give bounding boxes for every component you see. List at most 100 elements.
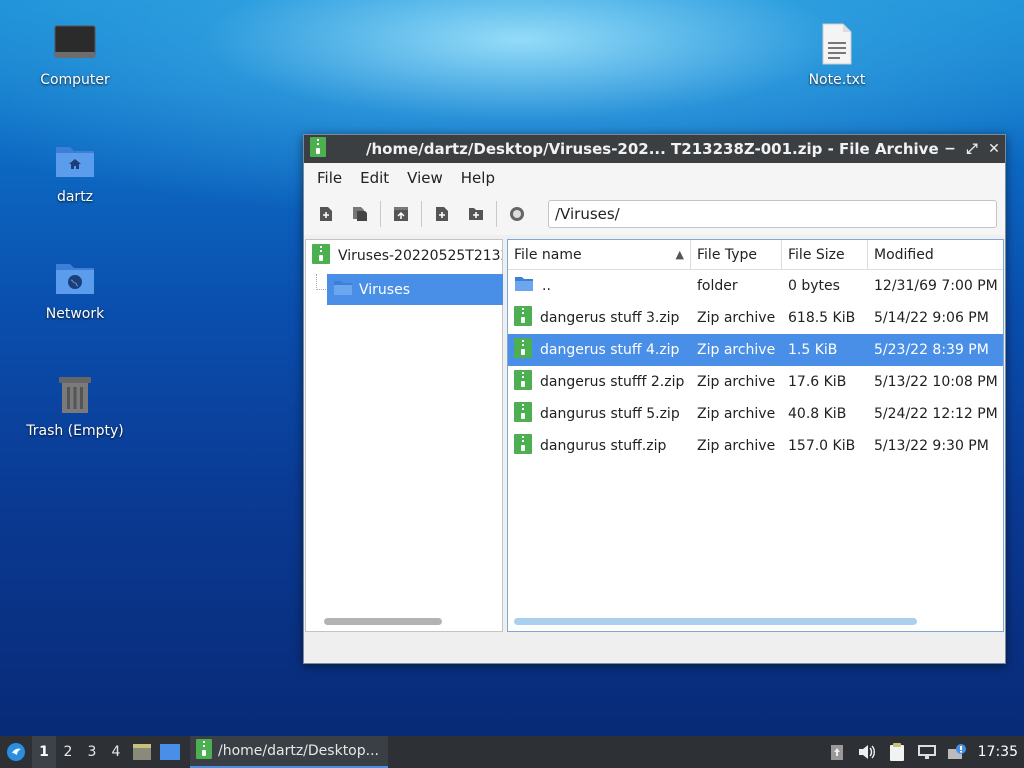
menu-edit[interactable]: Edit <box>351 169 398 187</box>
zip-icon <box>514 338 532 362</box>
close-icon[interactable]: ✕ <box>983 141 1005 157</box>
desktop-icon-computer[interactable]: Computer <box>20 22 130 88</box>
workspace-2[interactable]: 2 <box>56 744 80 760</box>
window-titlebar[interactable]: /home/dartz/Desktop/Viruses-202... T2132… <box>304 135 1005 163</box>
file-type: Zip archive <box>697 438 776 454</box>
content-panes: Viruses-20220525T2132 Viruses File name … <box>305 239 1004 632</box>
file-row[interactable]: dangerus stuff 3.zip Zip archive 618.5 KiB… <box>508 302 1003 334</box>
clock[interactable]: 17:35 <box>978 744 1018 760</box>
file-size: 618.5 KiB <box>788 310 856 326</box>
file-row[interactable]: .. folder 0 bytes 12/31/69 7:00 PM <box>508 270 1003 302</box>
column-header-size[interactable]: File Size <box>782 240 868 269</box>
file-name: dangerus stuff 3.zip <box>540 310 680 326</box>
file-name: dangurus stuff.zip <box>540 438 667 454</box>
zip-icon <box>196 739 212 763</box>
zip-icon <box>514 306 532 330</box>
menu-help[interactable]: Help <box>452 169 504 187</box>
column-header-type[interactable]: File Type <box>691 240 782 269</box>
menu-view[interactable]: View <box>398 169 452 187</box>
tree-scrollbar[interactable] <box>324 618 442 625</box>
stop-icon[interactable] <box>503 200 531 228</box>
desktop-icon-dartz[interactable]: dartz <box>20 139 130 205</box>
network-folder-icon <box>53 256 97 300</box>
maximize-icon[interactable]: ⤢ <box>961 141 983 157</box>
toolbar <box>304 193 1005 235</box>
file-name: dangerus stufff 2.zip <box>540 374 685 390</box>
network-connection-icon[interactable] <box>912 744 942 760</box>
desktop-icon-trash[interactable]: Trash (Empty) <box>20 373 130 439</box>
extract-icon[interactable] <box>387 200 415 228</box>
file-list[interactable]: File name ▲ File Type File Size Modified… <box>507 239 1004 632</box>
file-manager-launcher-icon[interactable] <box>128 743 156 761</box>
taskbar-item-file-archiver[interactable]: /home/dartz/Desktop... <box>190 736 388 768</box>
volume-icon[interactable] <box>852 744 882 760</box>
file-row[interactable]: dangerus stufff 2.zip Zip archive 17.6 KiB… <box>508 366 1003 398</box>
tree-connector <box>316 274 326 290</box>
file-modified: 5/23/22 8:39 PM <box>874 342 989 358</box>
column-header-name[interactable]: File name ▲ <box>508 240 691 269</box>
file-name: dangerus stuff 4.zip <box>540 342 680 358</box>
toolbar-separator <box>496 201 497 227</box>
window-title: /home/dartz/Desktop/Viruses-202... T2132… <box>366 140 939 158</box>
file-name: dangurus stuff 5.zip <box>540 406 680 422</box>
column-header-modified[interactable]: Modified <box>868 240 1003 269</box>
file-type: Zip archive <box>697 342 776 358</box>
folder-tree[interactable]: Viruses-20220525T2132 Viruses <box>305 239 503 632</box>
start-menu-icon[interactable] <box>0 742 32 762</box>
desktop-icon-note[interactable]: Note.txt <box>782 22 892 88</box>
home-folder-icon <box>53 139 97 183</box>
zip-icon <box>514 370 532 394</box>
desktop-icon-label: Trash (Empty) <box>26 423 124 439</box>
tree-item-viruses[interactable]: Viruses <box>327 274 503 305</box>
file-name-cell: dangerus stuff 3.zip <box>508 306 691 330</box>
file-row[interactable]: dangurus stuff 5.zip Zip archive 40.8 KiB 5… <box>508 398 1003 430</box>
add-folder-icon[interactable] <box>462 200 490 228</box>
file-rows: .. folder 0 bytes 12/31/69 7:00 PM dangerus … <box>508 270 1003 462</box>
minimize-icon[interactable]: − <box>939 141 961 157</box>
open-archive-icon[interactable] <box>346 200 374 228</box>
file-modified: 5/13/22 9:30 PM <box>874 438 989 454</box>
taskbar-item-label: /home/dartz/Desktop... <box>218 743 379 759</box>
desktop-icon-label: Network <box>45 306 105 322</box>
desktop-icon-label: Computer <box>40 72 110 88</box>
file-size: 40.8 KiB <box>788 406 847 422</box>
menubar: File Edit View Help <box>304 163 1005 193</box>
file-name-cell: .. <box>508 276 691 296</box>
tree-root-item[interactable]: Viruses-20220525T2132 <box>306 240 502 272</box>
file-size: 1.5 KiB <box>788 342 838 358</box>
new-archive-icon[interactable] <box>312 200 340 228</box>
text-file-icon <box>815 22 859 66</box>
desktop-icon-label: Note.txt <box>808 72 866 88</box>
desktop-icon-network[interactable]: Network <box>20 256 130 322</box>
clipboard-manager-icon[interactable] <box>822 743 852 761</box>
update-notifier-icon[interactable] <box>942 743 972 761</box>
show-desktop-icon[interactable] <box>156 744 184 760</box>
list-scrollbar[interactable] <box>514 618 917 625</box>
file-modified: 5/13/22 10:08 PM <box>874 374 998 390</box>
file-list-header: File name ▲ File Type File Size Modified <box>508 240 1003 270</box>
menu-file[interactable]: File <box>308 169 351 187</box>
workspace-3[interactable]: 3 <box>80 744 104 760</box>
file-name-cell: dangurus stuff 5.zip <box>508 402 691 426</box>
file-name-cell: dangerus stuff 4.zip <box>508 338 691 362</box>
file-size: 157.0 KiB <box>788 438 856 454</box>
location-input[interactable] <box>548 200 997 228</box>
add-file-icon[interactable] <box>428 200 456 228</box>
taskbar: 1 2 3 4 /home/dartz/Desktop... 17:35 <box>0 736 1024 768</box>
file-size: 0 bytes <box>788 278 840 294</box>
clipboard-icon[interactable] <box>882 742 912 762</box>
folder-icon <box>514 276 534 296</box>
file-modified: 5/24/22 12:12 PM <box>874 406 998 422</box>
file-row[interactable]: dangurus stuff.zip Zip archive 157.0 KiB 5/… <box>508 430 1003 462</box>
toolbar-separator <box>380 201 381 227</box>
toolbar-separator <box>421 201 422 227</box>
workspace-1[interactable]: 1 <box>32 736 56 768</box>
computer-icon <box>53 22 97 66</box>
workspace-4[interactable]: 4 <box>104 744 128 760</box>
system-tray: 17:35 <box>822 736 1024 768</box>
file-modified: 12/31/69 7:00 PM <box>874 278 998 294</box>
tree-item-label: Viruses <box>359 281 410 298</box>
desktop-icon-label: dartz <box>56 189 94 205</box>
file-row[interactable]: dangerus stuff 4.zip Zip archive 1.5 KiB 5/… <box>508 334 1003 366</box>
archive-app-icon <box>310 137 326 161</box>
